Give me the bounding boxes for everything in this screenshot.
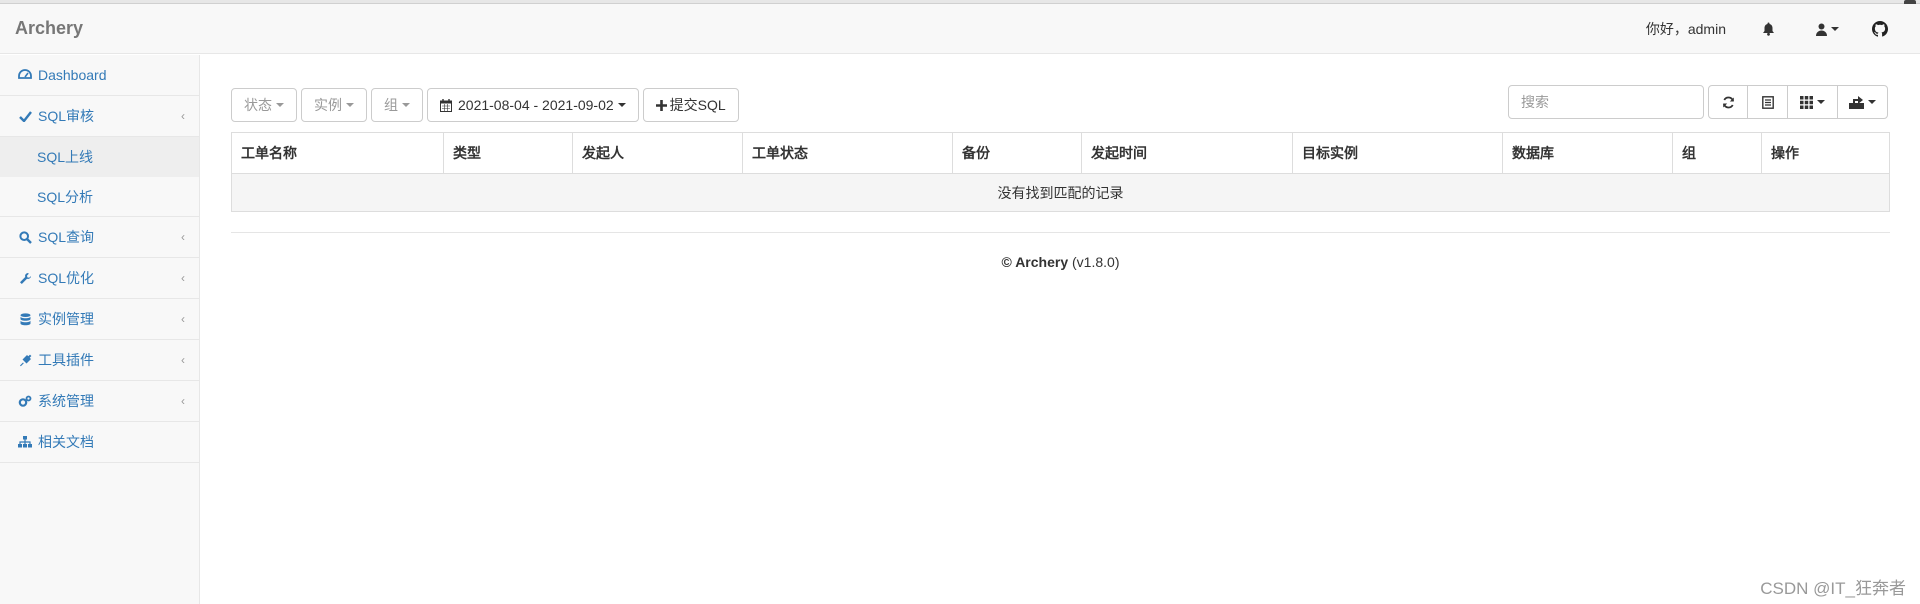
sidebar-item-system-manage[interactable]: 系统管理 ‹ xyxy=(0,381,199,422)
column-header[interactable]: 发起人 xyxy=(572,133,742,173)
instance-filter-dropdown[interactable]: 实例 xyxy=(301,88,367,122)
calendar-icon xyxy=(440,98,452,112)
gears-icon xyxy=(18,394,32,408)
footer-version: (v1.8.0) xyxy=(1072,254,1120,270)
grid-icon xyxy=(1800,95,1813,109)
refresh-icon xyxy=(1722,96,1734,108)
chevron-down-icon xyxy=(346,103,354,107)
footer-divider xyxy=(231,232,1890,233)
refresh-button[interactable] xyxy=(1708,85,1748,119)
column-header[interactable]: 目标实例 xyxy=(1292,133,1502,173)
database-icon xyxy=(18,312,32,326)
column-header[interactable]: 工单名称 xyxy=(232,133,443,173)
sidebar-item-label: SQL优化 xyxy=(38,270,95,286)
status-filter-dropdown[interactable]: 状态 xyxy=(231,88,297,122)
sidebar-item-label: Dashboard xyxy=(38,67,107,83)
chevron-down-icon xyxy=(402,103,410,107)
table-tools-group xyxy=(1708,85,1888,119)
column-header[interactable]: 备份 xyxy=(952,133,1081,173)
sidebar-item-sql-query[interactable]: SQL查询 ‹ xyxy=(0,217,199,258)
column-header[interactable]: 组 xyxy=(1672,133,1761,173)
user-icon xyxy=(1815,23,1827,36)
toggle-view-button[interactable] xyxy=(1747,85,1788,119)
chevron-left-icon: ‹ xyxy=(181,312,185,326)
user-menu-toggle[interactable] xyxy=(1812,4,1842,54)
group-filter-dropdown[interactable]: 组 xyxy=(371,88,423,122)
top-navbar: Archery 你好，admin xyxy=(0,4,1920,54)
sidebar-item-label: SQL审核 xyxy=(38,108,95,124)
instance-filter-label: 实例 xyxy=(314,97,342,113)
export-icon xyxy=(1849,95,1864,109)
chevron-down-icon xyxy=(617,103,626,107)
chevron-down-icon xyxy=(1817,100,1825,104)
column-header[interactable]: 发起时间 xyxy=(1081,133,1292,173)
plus-icon xyxy=(655,99,667,111)
columns-toggle-button[interactable] xyxy=(1787,85,1838,119)
sidebar-item-dashboard[interactable]: Dashboard xyxy=(0,55,199,96)
sidebar-item-sql-optimize[interactable]: SQL优化 ‹ xyxy=(0,258,199,299)
sitemap-icon xyxy=(18,435,32,449)
column-header[interactable]: 操作 xyxy=(1761,133,1889,173)
github-icon[interactable] xyxy=(1870,4,1890,54)
user-greeting: 你好，admin xyxy=(1645,21,1726,37)
empty-table-message: 没有找到匹配的记录 xyxy=(232,174,1889,211)
table-header: 工单名称 类型 发起人 工单状态 备份 发起时间 目标实例 数据库 组 操作 xyxy=(232,133,1889,174)
sidebar-item-docs[interactable]: 相关文档 xyxy=(0,422,199,463)
sidebar: Dashboard SQL审核 ‹ SQL上线 SQL分析 SQL查询 ‹ SQ… xyxy=(0,55,200,604)
navbar-right: 你好，admin xyxy=(1646,4,1920,54)
sidebar-item-instance-manage[interactable]: 实例管理 ‹ xyxy=(0,299,199,340)
chevron-left-icon: ‹ xyxy=(181,230,185,244)
sidebar-item-sql-review[interactable]: SQL审核 ‹ xyxy=(0,96,199,137)
submit-sql-label: 提交SQL xyxy=(669,97,726,113)
sidebar-item-tools[interactable]: 工具插件 ‹ xyxy=(0,340,199,381)
group-filter-label: 组 xyxy=(384,97,398,113)
chevron-down-icon xyxy=(1868,100,1876,104)
chevron-left-icon: ‹ xyxy=(181,394,185,408)
chevron-left-icon: ‹ xyxy=(181,109,185,123)
search-input[interactable]: 搜索 xyxy=(1508,85,1704,119)
csdn-watermark: CSDN @IT_狂奔者 xyxy=(1760,579,1906,598)
column-header[interactable]: 工单状态 xyxy=(742,133,952,173)
brand-logo[interactable]: Archery xyxy=(15,18,83,39)
bell-icon[interactable] xyxy=(1758,4,1778,54)
sidebar-item-label: 相关文档 xyxy=(38,434,94,450)
check-icon xyxy=(18,109,32,123)
page-footer: © Archery (v1.8.0) xyxy=(231,254,1890,270)
sidebar-item-label: 实例管理 xyxy=(38,311,94,327)
submit-sql-button[interactable]: 提交SQL xyxy=(642,88,739,122)
date-range-picker[interactable]: 2021-08-04 - 2021-09-02 xyxy=(427,88,639,122)
sidebar-subitem-sql-online[interactable]: SQL上线 xyxy=(0,137,199,177)
date-range-value: 2021-08-04 - 2021-09-02 xyxy=(458,97,614,113)
chevron-down-icon xyxy=(1830,27,1839,31)
column-header[interactable]: 数据库 xyxy=(1502,133,1672,173)
export-button[interactable] xyxy=(1837,85,1888,119)
sql-workflow-table: 工单名称 类型 发起人 工单状态 备份 发起时间 目标实例 数据库 组 操作 没… xyxy=(231,132,1890,212)
list-alt-icon xyxy=(1761,95,1774,109)
footer-copyright: © Archery xyxy=(1001,254,1069,270)
dashboard-icon xyxy=(18,68,32,82)
search-placeholder: 搜索 xyxy=(1521,94,1549,110)
sidebar-item-label: SQL查询 xyxy=(38,229,95,245)
chevron-left-icon: ‹ xyxy=(181,271,185,285)
sidebar-item-label: 工具插件 xyxy=(38,352,94,368)
search-icon xyxy=(18,230,32,244)
plug-icon xyxy=(18,353,32,367)
wrench-icon xyxy=(18,271,32,285)
filter-toolbar: 状态 实例 组 2021-08-04 - 2021-09-02 提交SQL xyxy=(231,88,743,122)
sidebar-item-label: 系统管理 xyxy=(38,393,94,409)
column-header[interactable]: 类型 xyxy=(443,133,572,173)
chevron-left-icon: ‹ xyxy=(181,353,185,367)
chevron-down-icon xyxy=(276,103,284,107)
sidebar-subitem-sql-analysis[interactable]: SQL分析 xyxy=(0,177,199,217)
status-filter-label: 状态 xyxy=(244,97,272,113)
